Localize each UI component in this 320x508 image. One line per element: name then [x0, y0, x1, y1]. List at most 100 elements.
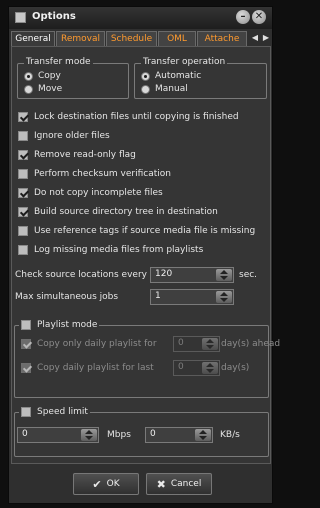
cancel-button-label: Cancel [170, 479, 202, 489]
tab-general[interactable]: General [11, 31, 55, 46]
tab-scroll-left-icon[interactable]: ◀ [250, 32, 260, 44]
playlist-mode-checkbox[interactable]: Playlist mode [19, 319, 100, 331]
checkbox-label: Ignore older files [34, 131, 110, 141]
copy-last-unit: day(s) [221, 363, 250, 373]
tab-bar: General Removal Schedule OML Attache ◀ ▶ [11, 31, 273, 46]
transfer-operation-group: Transfer operation Automatic Manual [134, 57, 267, 99]
checkbox-copy-ahead[interactable]: Copy only daily playlist for [21, 339, 157, 349]
tab-oml[interactable]: OML [158, 31, 196, 46]
checkbox-indicator [21, 339, 31, 349]
radio-automatic[interactable]: Automatic [141, 71, 201, 81]
speed-limit-checkbox[interactable]: Speed limit [19, 406, 90, 418]
check-interval-unit: sec. [239, 270, 258, 280]
spin-arrows-icon[interactable] [202, 362, 218, 374]
speed-kbs-unit: KB/s [220, 430, 240, 440]
radio-move[interactable]: Move [24, 84, 62, 94]
radio-copy[interactable]: Copy [24, 71, 61, 81]
checkbox-indicator [18, 169, 28, 179]
speed-mbps-unit: Mbps [107, 430, 131, 440]
checkbox-label: Use reference tags if source media file … [34, 226, 256, 236]
speed-limit-group: Speed limit 0 Mbps 0 KB/s [14, 406, 269, 457]
checkbox-log-missing[interactable]: Log missing media files from playlists [18, 245, 203, 255]
radio-move-label: Move [38, 84, 63, 94]
window-title: Options [32, 11, 76, 22]
speed-kbs-spinbox[interactable]: 0 [145, 427, 213, 443]
checkbox-remove-readonly[interactable]: Remove read-only flag [18, 150, 136, 160]
transfer-mode-group: Transfer mode Copy Move [17, 57, 129, 99]
check-interval-label: Check source locations every [15, 270, 147, 280]
checkbox-label: Remove read-only flag [34, 150, 136, 160]
title-bar[interactable]: Options – ✕ [9, 7, 272, 29]
radio-manual-indicator [141, 84, 150, 94]
spin-arrows-icon[interactable] [216, 269, 232, 281]
check-interval-value: 120 [155, 269, 173, 279]
checkbox-label: Build source directory tree in destinati… [34, 207, 218, 217]
checkbox-checksum[interactable]: Perform checksum verification [18, 169, 171, 179]
checkbox-ignore-older[interactable]: Ignore older files [18, 131, 110, 141]
speed-limit-label: Speed limit [37, 407, 88, 417]
ok-button[interactable]: ✔ OK [73, 473, 139, 495]
max-jobs-value: 1 [155, 291, 161, 301]
checkbox-indicator [18, 226, 28, 236]
general-panel: Transfer mode Copy Move Transfer operati… [11, 46, 280, 464]
close-button[interactable]: ✕ [252, 10, 266, 24]
checkbox-label: Lock destination files until copying is … [34, 112, 239, 122]
copy-last-spinbox[interactable]: 0 [173, 360, 220, 376]
radio-copy-indicator [24, 71, 33, 81]
transfer-mode-legend: Transfer mode [24, 57, 93, 68]
check-interval-spinbox[interactable]: 120 [150, 267, 234, 283]
spin-arrows-icon[interactable] [202, 338, 218, 350]
options-window: Options – ✕ General Removal Schedule OML… [8, 6, 280, 504]
checkbox-indicator [18, 188, 28, 198]
radio-automatic-indicator [141, 71, 150, 81]
checkbox-indicator [21, 407, 31, 417]
checkbox-indicator [18, 112, 28, 122]
max-jobs-spinbox[interactable]: 1 [150, 289, 234, 305]
checkbox-indicator [21, 320, 31, 330]
radio-automatic-label: Automatic [155, 71, 202, 81]
copy-ahead-label: Copy only daily playlist for [37, 339, 157, 349]
speed-mbps-value: 0 [22, 429, 28, 439]
copy-ahead-spinbox[interactable]: 0 [173, 336, 220, 352]
ok-button-label: OK [106, 479, 120, 489]
copy-ahead-value: 0 [178, 338, 184, 348]
checkbox-indicator [18, 131, 28, 141]
checkbox-label: Log missing media files from playlists [34, 245, 204, 255]
tab-scroll-right-icon[interactable]: ▶ [261, 32, 271, 44]
radio-copy-label: Copy [38, 71, 61, 81]
speed-kbs-value: 0 [150, 429, 156, 439]
tab-schedule[interactable]: Schedule [106, 31, 157, 46]
checkbox-lock-destination[interactable]: Lock destination files until copying is … [18, 112, 239, 122]
max-jobs-label: Max simultaneous jobs [15, 292, 119, 302]
app-icon [15, 12, 26, 23]
checkbox-no-incomplete[interactable]: Do not copy incomplete files [18, 188, 163, 198]
minimize-button[interactable]: – [236, 10, 250, 24]
playlist-mode-group: Playlist mode Copy only daily playlist f… [14, 319, 280, 398]
copy-last-label: Copy daily playlist for last [37, 363, 154, 373]
playlist-mode-label: Playlist mode [37, 320, 98, 330]
cancel-button[interactable]: ✖ Cancel [146, 473, 212, 495]
spin-arrows-icon[interactable] [216, 291, 232, 303]
checkbox-label: Perform checksum verification [34, 169, 171, 179]
check-icon: ✔ [92, 477, 102, 491]
spin-arrows-icon[interactable] [81, 429, 97, 441]
copy-ahead-unit: day(s) ahead [221, 339, 281, 349]
checkbox-build-tree[interactable]: Build source directory tree in destinati… [18, 207, 218, 217]
copy-last-value: 0 [178, 362, 184, 372]
checkbox-reference-tags[interactable]: Use reference tags if source media file … [18, 226, 255, 236]
checkbox-indicator [21, 363, 31, 373]
checkbox-copy-last[interactable]: Copy daily playlist for last [21, 363, 154, 373]
radio-manual[interactable]: Manual [141, 84, 188, 94]
radio-move-indicator [24, 84, 33, 94]
checkbox-label: Do not copy incomplete files [34, 188, 163, 198]
transfer-operation-legend: Transfer operation [141, 57, 228, 68]
tab-attache[interactable]: Attache [197, 31, 247, 46]
x-icon: ✖ [156, 477, 166, 491]
radio-manual-label: Manual [155, 84, 188, 94]
speed-mbps-spinbox[interactable]: 0 [17, 427, 99, 443]
checkbox-indicator [18, 207, 28, 217]
tab-removal[interactable]: Removal [56, 31, 105, 46]
checkbox-indicator [18, 150, 28, 160]
checkbox-indicator [18, 245, 28, 255]
spin-arrows-icon[interactable] [195, 429, 211, 441]
